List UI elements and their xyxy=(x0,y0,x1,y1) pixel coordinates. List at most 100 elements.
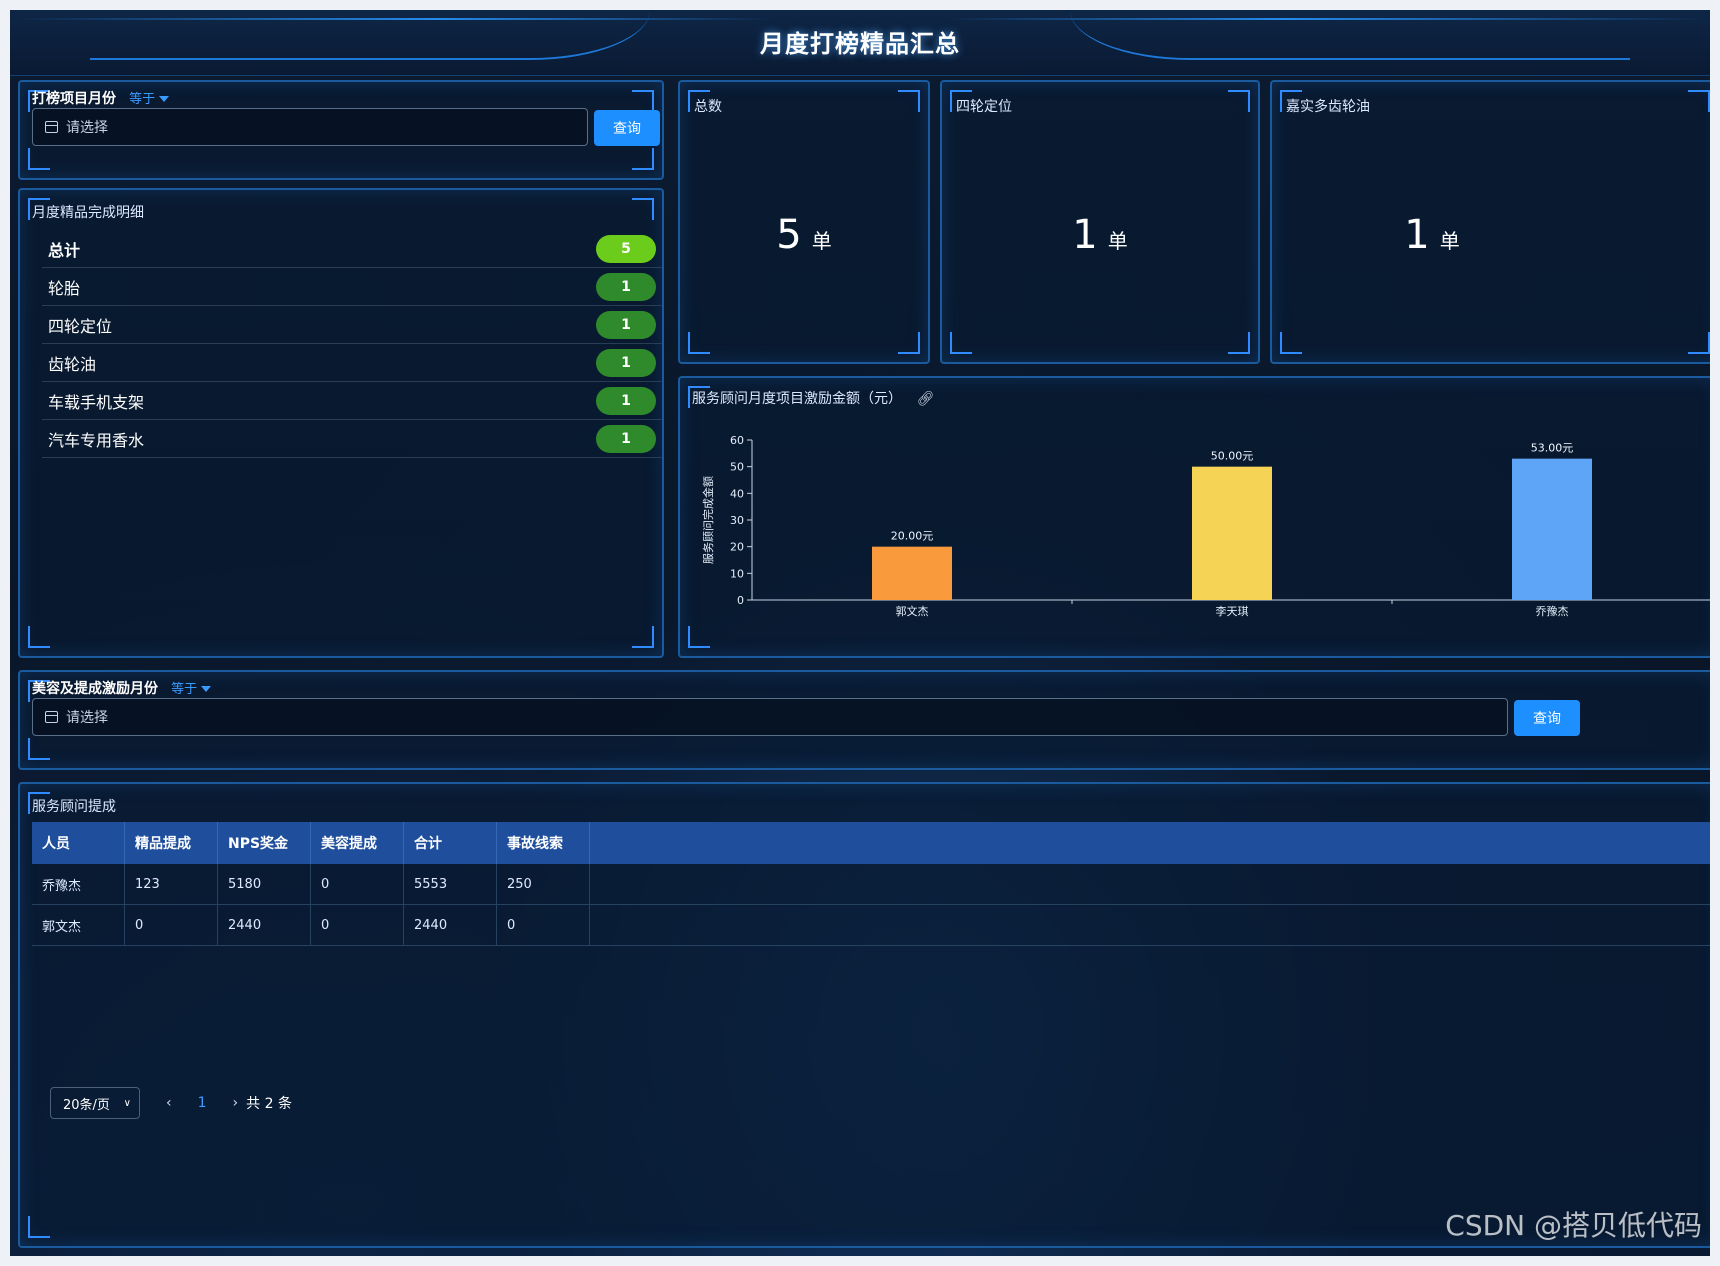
column-header[interactable]: 美容提成 xyxy=(311,822,404,864)
filter-1-header: 打榜项目月份 等于 xyxy=(32,88,170,108)
table-cell: 123 xyxy=(125,864,218,904)
column-header-filler xyxy=(590,822,1710,864)
bar xyxy=(1512,458,1592,600)
list-item-label: 车载手机支架 xyxy=(48,392,145,412)
list-item: 四轮定位 1 xyxy=(42,306,662,344)
stat-card-wheel-alignment: 四轮定位 1单 xyxy=(940,80,1260,364)
column-header[interactable]: 合计 xyxy=(404,822,497,864)
stat-card-title: 嘉实多齿轮油 xyxy=(1286,99,1370,115)
table-cell: 250 xyxy=(497,864,590,904)
table-cell-filler xyxy=(590,864,1710,904)
current-page[interactable]: 1 xyxy=(198,1095,207,1111)
stat-unit: 单 xyxy=(811,229,832,253)
commission-table: 人员 精品提成 NPS奖金 美容提成 合计 事故线索 乔豫杰 123 5180 … xyxy=(32,822,1710,946)
prev-page-icon[interactable]: ‹ xyxy=(166,1095,172,1111)
bar-value-label: 50.00元 xyxy=(1211,450,1254,463)
bar xyxy=(872,546,952,600)
table-cell: 2440 xyxy=(218,905,311,945)
chart-panel: 服务顾问月度项目激励金额（元） 🔗︎ 0 10 20 30 40 50 60 服务顾问完成金额… xyxy=(678,376,1710,658)
column-header[interactable]: 事故线索 xyxy=(497,822,590,864)
table-cell: 0 xyxy=(497,905,590,945)
bar-value-label: 53.00元 xyxy=(1531,442,1574,455)
stat-card-gear-oil: 嘉实多齿轮油 1单 xyxy=(1270,80,1710,364)
chevron-down-icon[interactable] xyxy=(201,685,212,692)
stat-unit: 单 xyxy=(1107,229,1128,253)
month-picker-1-placeholder: 请选择 xyxy=(66,120,108,136)
y-tick-label: 60 xyxy=(730,434,744,447)
list-item-label: 汽车专用香水 xyxy=(48,430,145,450)
month-picker-2[interactable]: 请选择 xyxy=(32,698,1508,736)
table-cell: 乔豫杰 xyxy=(32,864,125,904)
bar-value-label: 20.00元 xyxy=(891,530,934,543)
list-item-label: 四轮定位 xyxy=(48,316,113,336)
stat-number: 1 xyxy=(1072,212,1098,258)
total-count: 共 2 条 xyxy=(246,1096,292,1112)
query-button-1[interactable]: 查询 xyxy=(594,110,660,146)
list-item: 轮胎 1 xyxy=(42,268,662,306)
stat-card-value: 1单 xyxy=(942,212,1258,258)
table-cell: 郭文杰 xyxy=(32,905,125,945)
filter-2-operator[interactable]: 等于 xyxy=(171,682,197,697)
month-picker-1[interactable]: 请选择 xyxy=(32,108,588,146)
table-cell: 0 xyxy=(125,905,218,945)
column-header[interactable]: 人员 xyxy=(32,822,125,864)
calendar-icon xyxy=(45,121,58,133)
table-header: 人员 精品提成 NPS奖金 美容提成 合计 事故线索 xyxy=(32,822,1710,864)
calendar-icon xyxy=(45,711,58,723)
dashboard-screen: 月度打榜精品汇总 打榜项目月份 等于 请选择 查询 月度精品完成明细 总计 5 … xyxy=(10,10,1710,1256)
bar xyxy=(1192,466,1272,600)
stat-number: 5 xyxy=(776,212,802,258)
filter-1-operator[interactable]: 等于 xyxy=(129,92,155,107)
stat-card-value: 1单 xyxy=(1272,212,1592,258)
page-size-value: 20条/页 xyxy=(63,1097,110,1113)
y-tick-label: 40 xyxy=(730,487,744,500)
query-button-2[interactable]: 查询 xyxy=(1514,700,1580,736)
table-cell: 5553 xyxy=(404,864,497,904)
stat-card-title: 总数 xyxy=(694,99,722,115)
page-title: 月度打榜精品汇总 xyxy=(760,30,960,58)
list-item-label: 轮胎 xyxy=(48,278,81,298)
column-header[interactable]: NPS奖金 xyxy=(218,822,311,864)
list-item: 齿轮油 1 xyxy=(42,344,662,382)
y-tick-label: 20 xyxy=(730,541,744,554)
stat-card-title: 四轮定位 xyxy=(956,99,1012,115)
column-header[interactable]: 精品提成 xyxy=(125,822,218,864)
stat-card-value: 5单 xyxy=(680,212,928,258)
month-picker-2-placeholder: 请选择 xyxy=(66,710,108,726)
list-item: 总计 5 xyxy=(42,230,662,268)
table-cell: 5180 xyxy=(218,864,311,904)
x-tick-label: 郭文杰 xyxy=(896,604,929,618)
table-row[interactable]: 郭文杰 0 2440 0 2440 0 xyxy=(32,905,1710,946)
detail-panel-title: 月度精品完成明细 xyxy=(32,205,144,221)
filter-panel-1: 打榜项目月份 等于 请选择 查询 xyxy=(18,80,664,180)
page-size-select[interactable]: 20条/页 ∨ xyxy=(50,1087,140,1119)
x-tick-label: 乔豫杰 xyxy=(1536,605,1569,618)
filter-2-label: 美容及提成激励月份 xyxy=(32,681,158,697)
x-tick-label: 李天琪 xyxy=(1216,604,1249,618)
stat-card-total: 总数 5单 xyxy=(678,80,930,364)
table-row[interactable]: 乔豫杰 123 5180 0 5553 250 xyxy=(32,864,1710,905)
table-cell: 2440 xyxy=(404,905,497,945)
watermark: CSDN @搭贝低代码 xyxy=(1445,1209,1702,1242)
stat-unit: 单 xyxy=(1439,229,1460,253)
filter-1-label: 打榜项目月份 xyxy=(32,91,116,107)
list-item: 汽车专用香水 1 xyxy=(42,420,662,458)
header-bar: 月度打榜精品汇总 xyxy=(10,10,1710,76)
chevron-down-icon[interactable] xyxy=(159,95,170,102)
y-tick-label: 30 xyxy=(730,514,744,527)
table-cell: 0 xyxy=(311,905,404,945)
list-item-label: 齿轮油 xyxy=(48,354,97,374)
table-panel-title: 服务顾问提成 xyxy=(32,799,116,815)
count-badge: 1 xyxy=(596,348,656,377)
filter-panel-2: 美容及提成激励月份 等于 请选择 查询 xyxy=(18,670,1710,770)
list-item-label: 总计 xyxy=(48,240,81,260)
count-badge: 1 xyxy=(596,386,656,415)
filter-2-header: 美容及提成激励月份 等于 xyxy=(32,678,212,698)
count-badge: 1 xyxy=(596,424,656,453)
table-cell-filler xyxy=(590,905,1710,945)
pagination: 20条/页 ∨ ‹ 1 › 共 2 条 xyxy=(50,1086,292,1120)
count-badge: 1 xyxy=(596,272,656,301)
next-page-icon[interactable]: › xyxy=(233,1095,239,1111)
stat-number: 1 xyxy=(1404,212,1430,258)
table-cell: 0 xyxy=(311,864,404,904)
